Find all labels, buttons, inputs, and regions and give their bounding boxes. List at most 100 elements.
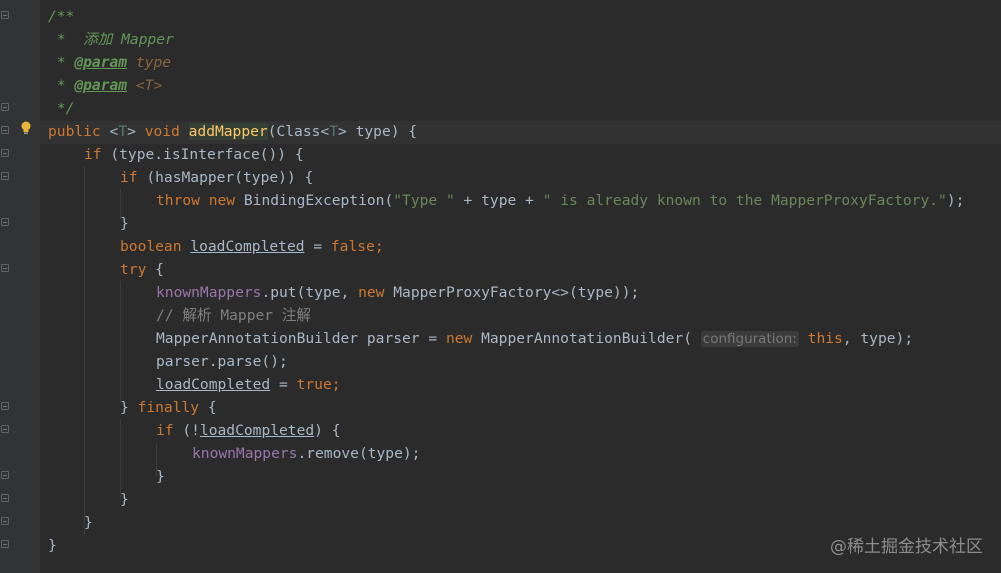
indent-guide [120,419,121,499]
code-line[interactable]: } [120,488,129,511]
javadoc-tag: @param [74,77,128,94]
fold-marker-icon[interactable] [1,471,9,479]
keyword-finally: finally [137,399,208,416]
punct: (! [182,422,200,439]
field-reference: knownMappers [192,445,298,462]
code-line[interactable]: throw new BindingException("Type " + typ… [156,189,964,212]
expression: + type + [454,192,543,209]
keyword-try: try [120,261,156,278]
code-line[interactable]: parser.parse(); [156,350,288,373]
keyword-this: this [807,330,843,347]
code-line[interactable]: try { [120,258,164,281]
fold-marker-icon[interactable] [1,218,9,226]
doc-comment-text: 添加 Mapper [83,31,174,48]
javadoc-param-name: type [135,54,172,71]
code-line[interactable]: // 解析 Mapper 注解 [156,304,311,327]
keyword-if: if [156,422,183,439]
param-list: (Class< [267,123,330,140]
keyword-new: new [445,330,482,347]
statement: .remove(type); [297,445,421,462]
code-line[interactable]: } [156,465,165,488]
code-line[interactable]: * @param type [48,51,171,74]
statement: parser.parse(); [156,353,288,370]
field-reference: knownMappers [156,284,262,301]
keyword-public: public [48,123,110,140]
code-line[interactable]: * @param <T> [48,74,162,97]
semicolon: ; [374,238,384,255]
type-parameter: T [329,123,339,140]
code-line[interactable]: if (type.isInterface()) { [84,143,304,166]
code-line[interactable]: loadCompleted = true; [156,373,341,396]
doc-comment-star: * [48,77,75,94]
watermark: @稀土掘金技术社区 [830,537,983,557]
code-line[interactable]: boolean loadCompleted = false; [120,235,384,258]
keyword-void: void [144,123,189,140]
code-line[interactable]: } [120,212,129,235]
statement: MapperAnnotationBuilder( [481,330,701,347]
doc-comment: /** [48,8,75,25]
code-line[interactable]: } [48,534,57,557]
fold-marker-icon[interactable] [1,540,9,548]
lightbulb-icon[interactable] [20,121,32,135]
keyword-new: new [358,284,394,301]
punct: > [127,123,145,140]
class-name: BindingException( [243,192,394,209]
keyword-true: true [296,376,332,393]
punct: < [109,123,119,140]
doc-comment-end: */ [48,100,75,117]
code-line[interactable]: knownMappers.put(type, new MapperProxyFa… [156,281,639,304]
brace: } [120,491,129,508]
method-name[interactable]: addMapper [188,123,268,140]
brace: } [120,215,129,232]
line-comment: // 解析 Mapper 注解 [156,307,312,324]
javadoc-param-name: <T> [135,77,163,94]
brace: } [120,399,138,416]
code-line[interactable]: */ [48,97,75,120]
indent-guide [120,281,121,401]
string-literal: "Type " [393,192,455,209]
code-line[interactable]: } [84,511,93,534]
brace: } [156,468,165,485]
doc-comment-star: * [48,54,75,71]
fold-marker-icon[interactable] [1,11,9,19]
statement: MapperProxyFactory<>(type)); [393,284,640,301]
fold-marker-icon[interactable] [1,103,9,111]
punct: ); [946,192,965,209]
string-literal: " is already known to the MapperProxyFac… [542,192,947,209]
indent-guide [84,166,85,535]
code-line[interactable]: MapperAnnotationBuilder parser = new Map… [156,327,913,350]
fold-marker-icon[interactable] [1,517,9,525]
local-variable: loadCompleted [156,376,271,393]
fold-marker-icon[interactable] [1,126,9,134]
code-line[interactable]: if (!loadCompleted) { [156,419,341,442]
type-parameter: T [118,123,128,140]
fold-marker-icon[interactable] [1,425,9,433]
keyword-new: new [208,192,244,209]
statement: (hasMapper(type)) { [146,169,314,186]
fold-marker-icon[interactable] [1,149,9,157]
code-line[interactable]: * 添加 Mapper [48,28,174,51]
keyword-throw: throw [156,192,209,209]
fold-marker-icon[interactable] [1,494,9,502]
code-line[interactable]: knownMappers.remove(type); [192,442,420,465]
code-line[interactable]: } finally { [120,396,217,419]
local-variable: loadCompleted [199,422,315,439]
operator: = [270,376,297,393]
param-list: > type) { [338,123,418,140]
fold-marker-icon[interactable] [1,264,9,272]
fold-marker-icon[interactable] [1,402,9,410]
statement: (type.isInterface()) { [110,146,304,163]
code-line[interactable]: if (hasMapper(type)) { [120,166,313,189]
brace: } [48,537,57,554]
keyword-false: false [330,238,375,255]
code-line[interactable]: public <T> void addMapper(Class<T> type)… [48,120,417,143]
local-variable: loadCompleted [190,238,305,255]
javadoc-tag: @param [74,54,128,71]
statement: .put(type, [261,284,359,301]
code-line[interactable]: /** [48,5,74,28]
fold-marker-icon[interactable] [1,172,9,180]
statement: , type); [842,330,914,347]
operator: = [304,238,331,255]
